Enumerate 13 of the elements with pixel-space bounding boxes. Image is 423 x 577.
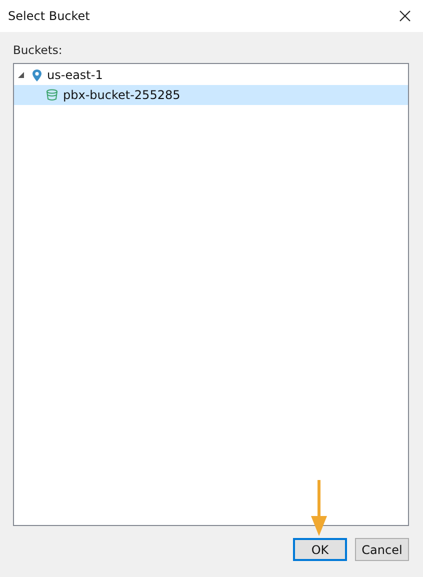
dialog-button[interactable]: Cancel [355, 538, 409, 561]
annotation-arrow [311, 480, 327, 536]
tree-item[interactable]: pbx-bucket-255285 [14, 85, 408, 105]
map-pin-icon [32, 68, 42, 82]
dialog-button[interactable]: OK [293, 538, 347, 561]
window-title: Select Bucket [8, 9, 90, 23]
close-icon[interactable] [399, 10, 411, 22]
tree-label: Buckets: [13, 43, 62, 57]
tree-item[interactable]: us-east-1 [14, 65, 408, 85]
tree-item-label: us-east-1 [47, 68, 103, 82]
tree-item-label: pbx-bucket-255285 [63, 88, 180, 102]
bucket-icon [46, 89, 58, 101]
expanded-caret-icon[interactable] [18, 72, 24, 78]
